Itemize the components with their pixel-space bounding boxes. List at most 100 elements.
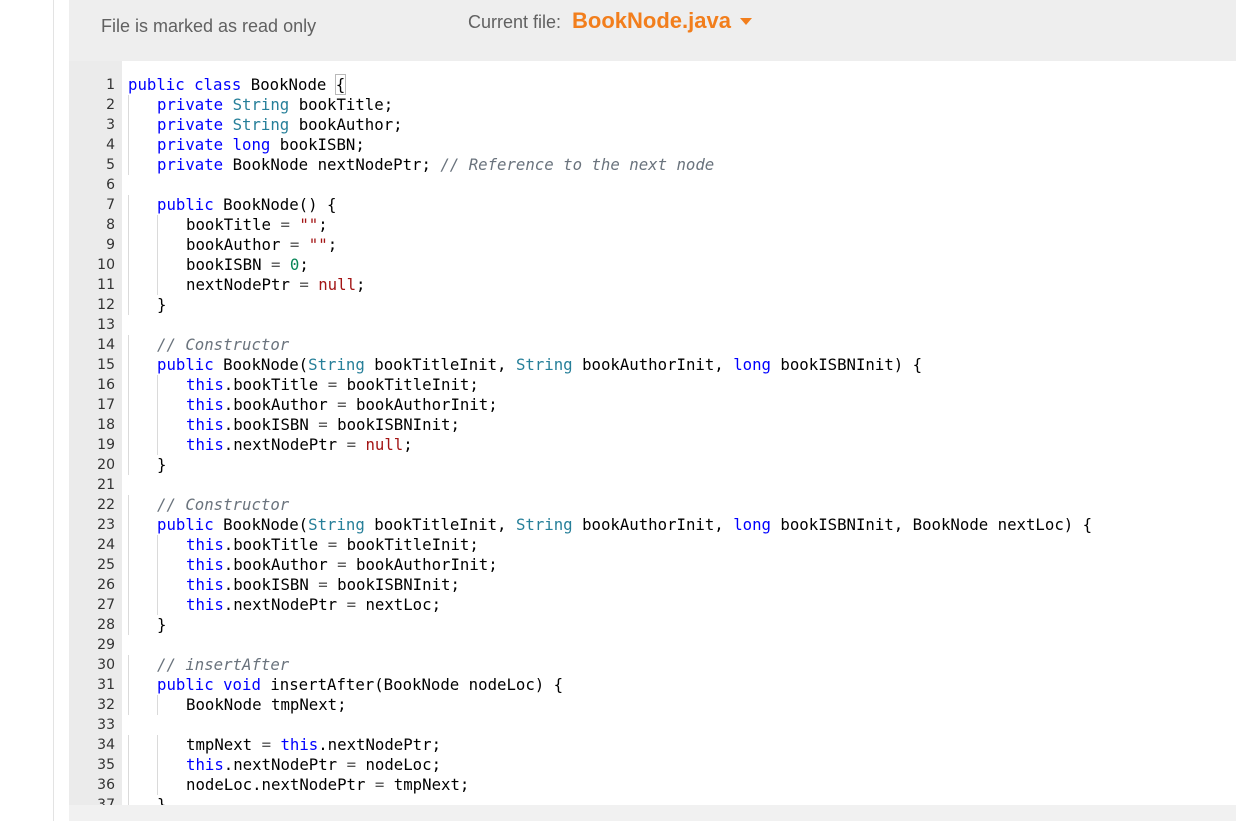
code-line: 22 // Constructor xyxy=(69,495,1236,515)
code-token: public void xyxy=(157,675,271,694)
code-token: tmpNext xyxy=(186,735,262,754)
indent-guide xyxy=(128,415,129,435)
line-number: 18 xyxy=(97,417,115,433)
indent-guide xyxy=(157,235,158,255)
indent-guide xyxy=(128,275,129,295)
indent-guide xyxy=(157,275,158,295)
indent-guide xyxy=(128,435,129,455)
code-token: bookAuthorInit, xyxy=(582,355,734,374)
line-number: 30 xyxy=(97,657,115,673)
code-token: "" xyxy=(299,215,319,234)
line-number: 28 xyxy=(97,617,115,633)
indent-guide xyxy=(128,595,129,615)
line-number: 10 xyxy=(97,257,115,273)
code-token: .nextNodePtr xyxy=(223,435,347,454)
code-line: 32 BookNode tmpNext; xyxy=(69,695,1236,715)
line-number: 19 xyxy=(97,437,115,453)
indent-guide xyxy=(157,415,158,435)
indent-guide xyxy=(157,555,158,575)
code-token: = xyxy=(374,775,394,794)
code-line: 12} xyxy=(69,295,1236,315)
code-token: "" xyxy=(308,235,328,254)
indent-guide xyxy=(157,395,158,415)
code-token: BookNode tmpNext; xyxy=(186,695,347,714)
line-number: 26 xyxy=(97,577,115,593)
line-number: 15 xyxy=(97,357,115,373)
horizontal-scrollbar[interactable] xyxy=(69,805,1236,821)
code-text: public BookNode() { xyxy=(157,195,336,215)
line-number: 12 xyxy=(97,297,115,313)
code-text: this.bookISBN = bookISBNInit; xyxy=(186,415,460,435)
code-token: .nextNodePtr xyxy=(223,755,347,774)
indent-guide xyxy=(128,795,129,805)
code-token: tmpNext; xyxy=(393,775,470,794)
indent-guide xyxy=(157,215,158,235)
code-token: bookTitle; xyxy=(298,95,394,114)
code-editor[interactable]: 1 public class BookNode {2 private String … xyxy=(69,61,1236,805)
code-token: String xyxy=(232,95,299,114)
line-number: 7 xyxy=(106,197,115,213)
code-text: // insertAfter xyxy=(157,655,289,675)
code-token: private xyxy=(157,95,233,114)
code-token: BookNode( xyxy=(223,355,309,374)
code-line: 7 public BookNode() { xyxy=(69,195,1236,215)
code-token: = xyxy=(318,415,338,434)
indent-guide xyxy=(128,755,129,775)
code-token: bookTitle xyxy=(186,215,281,234)
line-number: 4 xyxy=(106,137,115,153)
indent-guide xyxy=(128,555,129,575)
code-token: = xyxy=(318,575,338,594)
code-line: 37} xyxy=(69,795,1236,805)
code-token: = xyxy=(327,375,347,394)
indent-guide xyxy=(128,515,129,535)
code-token: // Constructor xyxy=(157,495,290,514)
code-text: public BookNode(String bookTitleInit, St… xyxy=(157,515,1092,535)
indent-guide xyxy=(128,575,129,595)
readonly-notice: File is marked as read only xyxy=(101,16,317,36)
code-token: ; xyxy=(318,215,328,234)
code-line: 17 this.bookAuthor = bookAuthorInit; xyxy=(69,395,1236,415)
line-number: 14 xyxy=(97,337,115,353)
code-text: BookNode tmpNext; xyxy=(186,695,347,715)
code-text: // Constructor xyxy=(157,495,289,515)
code-token: .nextNodePtr; xyxy=(318,735,442,754)
code-viewer-panel: File is marked as read only Current file… xyxy=(69,0,1236,821)
code-token: bookTitleInit, xyxy=(374,515,516,534)
code-token: bookAuthorInit, xyxy=(582,515,734,534)
indent-guide xyxy=(128,255,129,275)
line-number: 8 xyxy=(106,217,115,233)
code-line: 36 nodeLoc.nextNodePtr = tmpNext; xyxy=(69,775,1236,795)
code-line: 8 bookTitle = ""; xyxy=(69,215,1236,235)
code-token: this xyxy=(186,535,224,554)
code-text: this.bookAuthor = bookAuthorInit; xyxy=(186,395,498,415)
code-token: bookISBNInit; xyxy=(337,575,460,594)
code-token: bookAuthor xyxy=(186,235,290,254)
code-token: 0 xyxy=(289,255,300,274)
code-token: bookTitleInit; xyxy=(346,535,479,554)
indent-guide xyxy=(128,375,129,395)
line-number: 21 xyxy=(97,477,115,493)
code-text: this.nextNodePtr = nextLoc; xyxy=(186,595,441,615)
line-number: 20 xyxy=(97,457,115,473)
indent-guide xyxy=(128,215,129,235)
code-token: this xyxy=(186,415,224,434)
code-token: = xyxy=(261,735,281,754)
code-text: public class BookNode { xyxy=(128,74,347,95)
indent-guide xyxy=(128,535,129,555)
code-token: BookNode nextNodePtr; xyxy=(232,155,441,174)
code-token: } xyxy=(157,795,167,805)
code-line: 16 this.bookTitle = bookTitleInit; xyxy=(69,375,1236,395)
file-selector[interactable]: BookNode.java xyxy=(572,8,731,34)
line-number: 9 xyxy=(106,237,115,253)
code-token: .nextNodePtr xyxy=(223,595,347,614)
code-token: .bookTitle xyxy=(223,535,328,554)
code-text: this.bookAuthor = bookAuthorInit; xyxy=(186,555,498,575)
code-line: 29 xyxy=(69,635,1236,655)
code-token: } xyxy=(157,455,167,474)
code-text: private BookNode nextNodePtr; // Referen… xyxy=(157,155,714,175)
line-number: 22 xyxy=(97,497,115,513)
code-line: 33 xyxy=(69,715,1236,735)
chevron-down-icon[interactable] xyxy=(739,18,752,25)
code-token: ; xyxy=(299,255,309,274)
line-number: 2 xyxy=(106,97,115,113)
